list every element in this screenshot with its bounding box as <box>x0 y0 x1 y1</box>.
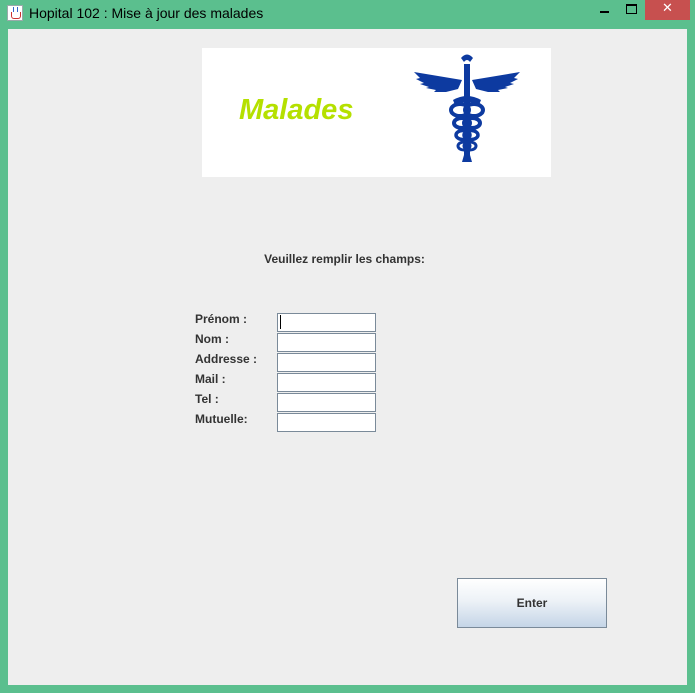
mutuelle-label: Mutuelle: <box>195 412 248 426</box>
java-cup-icon[interactable] <box>7 5 23 21</box>
content-panel: Malades Veuillez remplir les champs: Pré… <box>8 29 687 685</box>
close-icon: ✕ <box>662 1 673 16</box>
caduceus-icon <box>414 54 520 162</box>
prenom-field[interactable] <box>277 313 376 332</box>
addresse-field[interactable] <box>277 353 376 372</box>
window-title: Hopital 102 : Mise à jour des malades <box>29 5 264 21</box>
form-instructions: Veuillez remplir les champs: <box>264 252 425 266</box>
title-bar[interactable]: Hopital 102 : Mise à jour des malades ✕ <box>0 0 695 28</box>
mail-field[interactable] <box>277 373 376 392</box>
tel-field[interactable] <box>277 393 376 412</box>
enter-button[interactable]: Enter <box>457 578 607 628</box>
mutuelle-field[interactable] <box>277 413 376 432</box>
maximize-button[interactable] <box>618 0 645 20</box>
close-button[interactable]: ✕ <box>645 0 690 20</box>
mail-label: Mail : <box>195 372 226 386</box>
prenom-label: Prénom : <box>195 312 248 326</box>
nom-field[interactable] <box>277 333 376 352</box>
banner-title: Malades <box>239 94 354 126</box>
application-window: Hopital 102 : Mise à jour des malades ✕ … <box>0 0 695 693</box>
banner: Malades <box>202 48 551 177</box>
addresse-label: Addresse : <box>195 352 258 366</box>
minimize-button[interactable] <box>591 0 618 20</box>
tel-label: Tel : <box>195 392 219 406</box>
nom-label: Nom : <box>195 332 229 346</box>
text-caret <box>280 315 281 329</box>
